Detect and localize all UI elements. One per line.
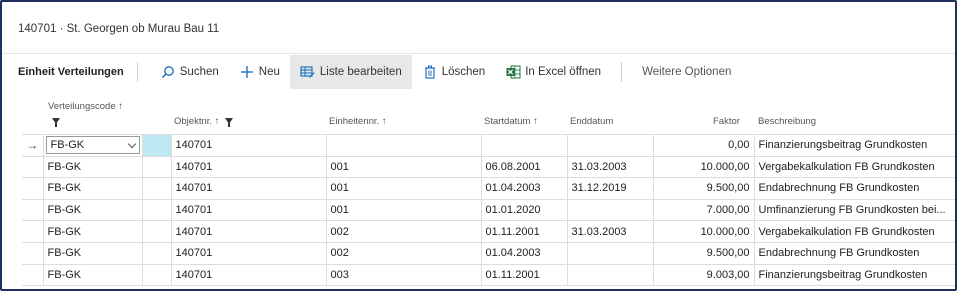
cell-einheitennr[interactable]: 001 — [325, 155, 481, 179]
sort-ascending-icon: ↑ — [118, 101, 123, 112]
cell-enddatum[interactable]: 31.03.2003 — [566, 155, 653, 179]
cell-selected[interactable] — [141, 134, 171, 157]
table-row[interactable]: → FB-GK 140701 0,00 Finanzierungsbeitrag… — [22, 134, 955, 157]
cell-startdatum[interactable]: 01.04.2003 — [480, 177, 567, 200]
column-header-verteilungscode[interactable]: Verteilungscode ↑ — [48, 101, 123, 112]
cell-verteilungscode[interactable]: FB-GK — [42, 263, 142, 287]
cell-startdatum[interactable]: 01.04.2003 — [480, 241, 567, 265]
filter-icon — [225, 118, 234, 127]
column-header-beschreibung[interactable]: Beschreibung — [758, 116, 816, 127]
data-grid: → FB-GK 140701 0,00 Finanzierungsbeitrag… — [22, 134, 955, 287]
divider — [136, 61, 138, 82]
page-title: 140701 · St. Georgen ob Murau Bau 11 — [18, 23, 220, 35]
new-label: Neu — [258, 65, 280, 78]
cell-enddatum[interactable]: 31.03.2003 — [566, 220, 653, 243]
cell-enddatum[interactable] — [566, 134, 653, 157]
table-row[interactable]: FB-GK 140701 001 01.01.2020 7.000,00 Umf… — [22, 198, 955, 222]
cell-verteilungscode[interactable]: FB-GK — [42, 177, 142, 200]
cell-beschreibung[interactable]: Endabrechnung FB Grundkosten — [753, 241, 955, 265]
cell-beschreibung[interactable]: Vergabekalkulation FB Grundkosten — [753, 220, 955, 243]
cell-objektnr[interactable]: 140701 — [170, 177, 326, 200]
cell-faktor[interactable]: 7.000,00 — [652, 198, 754, 222]
cell-einheitennr[interactable]: 002 — [325, 220, 481, 243]
open-in-excel-button[interactable]: In Excel öffnen — [495, 55, 611, 89]
cell-beschreibung[interactable]: Vergabekalkulation FB Grundkosten — [753, 155, 955, 179]
column-header-enddatum[interactable]: Enddatum — [570, 116, 613, 127]
plus-icon — [239, 64, 255, 80]
edit-list-label: Liste bearbeiten — [319, 65, 402, 78]
cell-startdatum[interactable]: 01.11.2001 — [480, 220, 567, 243]
cell-beschreibung[interactable]: Endabrechnung FB Grundkosten — [753, 177, 955, 200]
search-button[interactable]: Suchen — [150, 55, 229, 89]
cell-objektnr[interactable]: 140701 — [170, 263, 326, 287]
divider — [621, 61, 623, 82]
cell-startdatum[interactable]: 06.08.2001 — [480, 155, 567, 179]
action-bar-title: Einheit Verteilungen — [18, 65, 124, 78]
sort-ascending-icon: ↑ — [381, 116, 387, 127]
current-row-arrow-icon: → — [22, 134, 43, 157]
cell-verteilungscode[interactable]: FB-GK — [42, 220, 142, 243]
column-header-einheitennr[interactable]: Einheitennr. ↑ — [329, 116, 387, 127]
table-row[interactable]: FB-GK 140701 003 01.11.2001 9.003,00 Fin… — [22, 263, 955, 287]
cell-faktor[interactable]: 9.500,00 — [652, 241, 754, 265]
search-icon — [160, 64, 176, 80]
cell-einheitennr[interactable] — [325, 134, 481, 157]
table-row[interactable]: FB-GK 140701 002 01.04.2003 9.500,00 End… — [22, 241, 955, 265]
cell-faktor[interactable]: 10.000,00 — [652, 155, 754, 179]
chevron-down-icon[interactable] — [127, 139, 136, 149]
trash-icon — [422, 64, 438, 80]
cell-einheitennr[interactable]: 001 — [325, 177, 481, 200]
grid-header: Verteilungscode ↑ Objektnr. ↑ Einheitenn… — [2, 98, 955, 134]
cell-beschreibung[interactable]: Finanzierungsbeitrag Grundkosten — [753, 263, 955, 287]
cell-enddatum[interactable] — [566, 241, 653, 265]
edit-list-button[interactable]: Liste bearbeiten — [289, 54, 412, 89]
cell-verteilungscode[interactable]: FB-GK — [42, 198, 142, 222]
cell-enddatum[interactable]: 31.12.2019 — [566, 177, 653, 200]
cell-einheitennr[interactable]: 002 — [325, 241, 481, 265]
column-header-objektnr[interactable]: Objektnr. ↑ — [174, 116, 234, 127]
column-header-faktor[interactable]: Faktor — [713, 116, 740, 127]
column-header-startdatum[interactable]: Startdatum ↑ — [484, 116, 538, 127]
sort-ascending-icon: ↑ — [214, 116, 220, 127]
cell-verteilungscode[interactable]: FB-GK — [42, 134, 142, 157]
sort-ascending-icon: ↑ — [533, 116, 538, 127]
cell-startdatum[interactable] — [480, 134, 567, 157]
table-row[interactable]: FB-GK 140701 001 01.04.2003 31.12.2019 9… — [22, 177, 955, 200]
cell-beschreibung[interactable]: Finanzierungsbeitrag Grundkosten — [753, 134, 955, 157]
cell-startdatum[interactable]: 01.01.2020 — [480, 198, 567, 222]
table-row[interactable]: FB-GK 140701 002 01.11.2001 31.03.2003 1… — [22, 220, 955, 243]
cell-faktor[interactable]: 9.003,00 — [652, 263, 754, 287]
cell-verteilungscode[interactable]: FB-GK — [42, 241, 142, 265]
filter-icon[interactable] — [52, 116, 60, 127]
more-options-label: Weitere Optionen — [642, 65, 732, 78]
cell-faktor[interactable]: 9.500,00 — [652, 177, 754, 200]
table-row[interactable]: FB-GK 140701 001 06.08.2001 31.03.2003 1… — [22, 155, 955, 179]
edit-list-icon — [300, 64, 316, 80]
cell-objektnr[interactable]: 140701 — [170, 241, 326, 265]
page-frame: 140701 · St. Georgen ob Murau Bau 11 Ein… — [0, 0, 957, 291]
delete-button[interactable]: Löschen — [412, 55, 495, 89]
action-bar: Einheit Verteilungen Suchen Neu Liste be… — [2, 53, 955, 89]
cell-beschreibung[interactable]: Umfinanzierung FB Grundkosten bei... — [753, 198, 955, 222]
verteilungscode-dropdown[interactable]: FB-GK — [45, 136, 140, 155]
cell-enddatum[interactable] — [566, 263, 653, 287]
cell-faktor[interactable]: 0,00 — [652, 134, 754, 157]
more-options-button[interactable]: Weitere Optionen — [632, 55, 741, 89]
new-button[interactable]: Neu — [229, 55, 290, 89]
cell-objektnr[interactable]: 140701 — [170, 134, 326, 157]
cell-verteilungscode[interactable]: FB-GK — [42, 155, 142, 179]
cell-objektnr[interactable]: 140701 — [170, 220, 326, 243]
cell-objektnr[interactable]: 140701 — [170, 198, 326, 222]
cell-einheitennr[interactable]: 001 — [325, 198, 481, 222]
cell-einheitennr[interactable]: 003 — [325, 263, 481, 287]
cell-enddatum[interactable] — [566, 198, 653, 222]
cell-startdatum[interactable]: 01.11.2001 — [480, 263, 567, 287]
delete-label: Löschen — [441, 65, 486, 78]
search-label: Suchen — [179, 65, 219, 78]
open-in-excel-label: In Excel öffnen — [525, 65, 602, 78]
cell-objektnr[interactable]: 140701 — [170, 155, 326, 179]
cell-faktor[interactable]: 10.000,00 — [652, 220, 754, 243]
excel-icon — [505, 64, 521, 80]
